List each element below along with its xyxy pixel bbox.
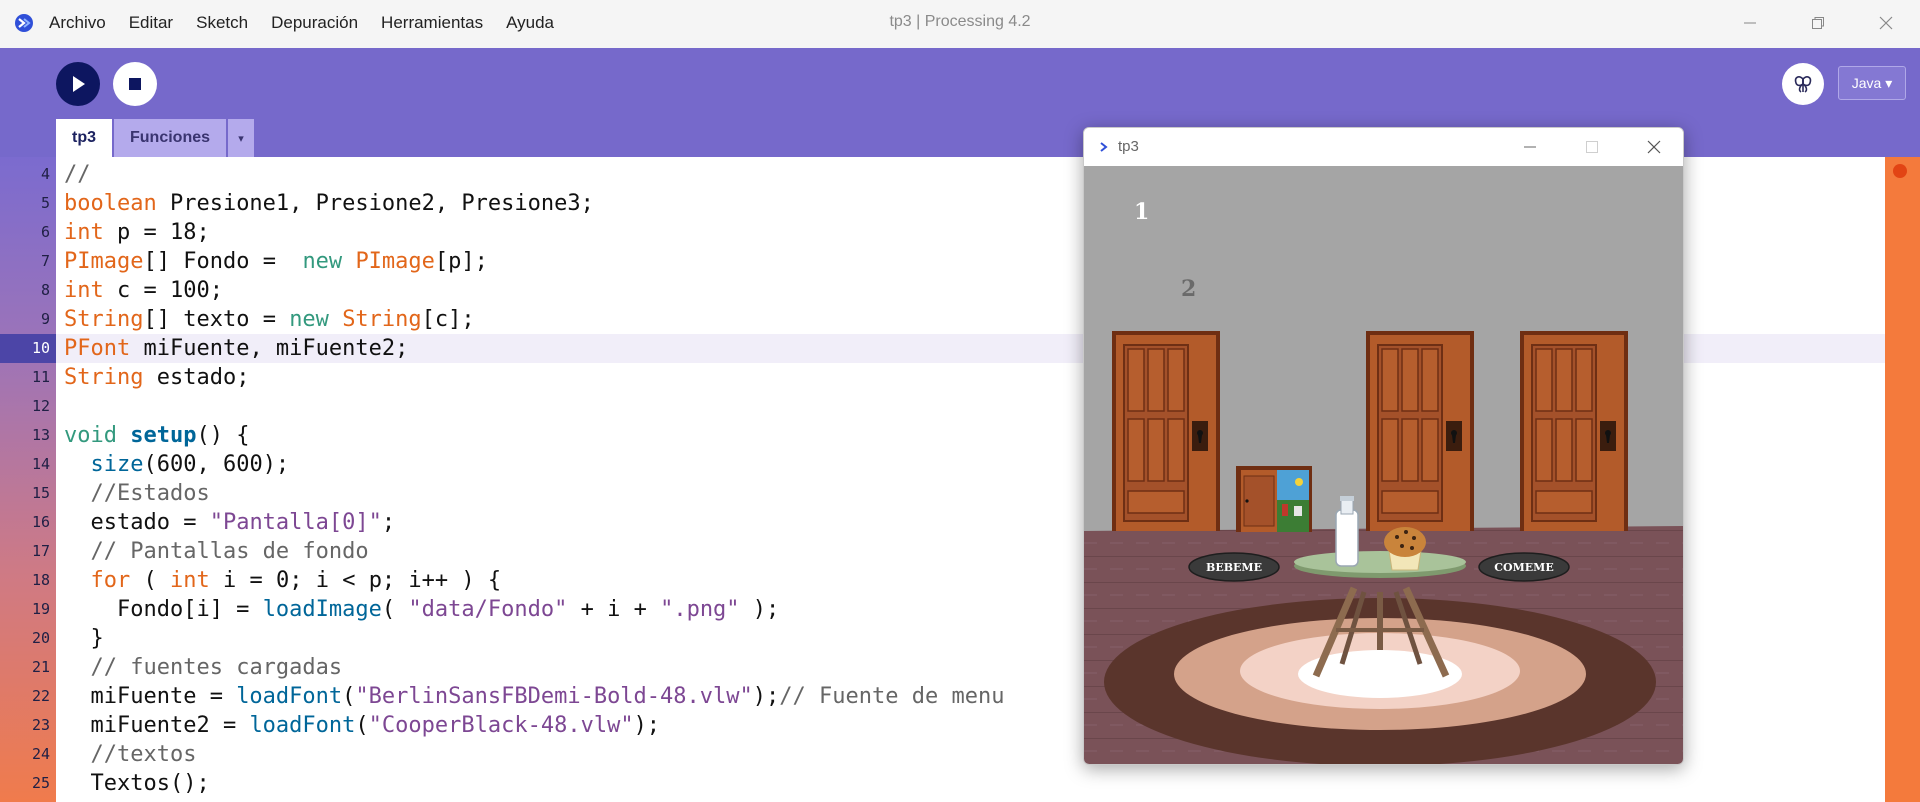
line-number: 10 — [0, 334, 56, 363]
line-number: 12 — [31, 397, 50, 415]
line-number: 18 — [31, 571, 50, 589]
error-marker[interactable] — [1893, 164, 1907, 178]
code-text[interactable]: //Estados — [64, 479, 210, 508]
sketch-minimize-button[interactable] — [1499, 128, 1561, 166]
code-text[interactable]: PFont miFuente, miFuente2; — [64, 334, 408, 363]
sketch-window: tp3 1 2 BEBEME COMEME — [1083, 127, 1684, 765]
tab-tp3[interactable]: tp3 — [56, 119, 112, 157]
code-text[interactable]: // — [64, 160, 91, 189]
run-button[interactable] — [56, 62, 100, 106]
code-text[interactable]: String estado; — [64, 363, 249, 392]
mode-selector[interactable]: Java ▾ — [1838, 66, 1906, 100]
sketch-window-controls — [1499, 128, 1683, 166]
sketch-title: tp3 — [1118, 138, 1139, 155]
sketch-close-button[interactable] — [1623, 128, 1683, 166]
code-text[interactable]: int c = 100; — [64, 276, 223, 305]
close-icon — [1879, 16, 1893, 30]
title-bar: Archivo Editar Sketch Depuración Herramienta… — [0, 0, 1920, 48]
comeme-label[interactable]: COMEME — [1478, 552, 1570, 582]
line-number: 9 — [40, 310, 50, 328]
code-text[interactable]: } — [64, 624, 103, 653]
code-text[interactable]: PImage[] Fondo = new PImage[p]; — [64, 247, 488, 276]
line-number — [0, 798, 50, 802]
comeme-label-text: COMEME — [1494, 561, 1553, 574]
restore-icon — [1812, 17, 1824, 29]
stop-icon — [129, 78, 141, 90]
line-number: 5 — [40, 194, 50, 212]
line-number: 22 — [31, 687, 50, 705]
line-number: 13 — [31, 426, 50, 444]
close-button[interactable] — [1852, 0, 1920, 46]
code-text[interactable]: for ( int i = 0; i < p; i++ ) { — [64, 566, 502, 595]
line-number: 21 — [31, 658, 50, 676]
code-text[interactable]: // Pantallas de fondo — [64, 537, 369, 566]
tab-funciones[interactable]: Funciones — [114, 119, 227, 157]
code-text[interactable]: miFuente2 = loadFont("CooperBlack-48.vlw… — [64, 711, 660, 740]
sketch-maximize-button[interactable] — [1561, 128, 1623, 166]
small-door[interactable] — [1236, 466, 1312, 532]
line-number: 17 — [31, 542, 50, 560]
maximize-icon — [1586, 141, 1598, 153]
level-number-2: 2 — [1181, 276, 1196, 302]
code-text[interactable]: int p = 18; — [64, 218, 210, 247]
code-text[interactable]: // fuentes cargadas — [64, 653, 343, 682]
line-number: 7 — [40, 252, 50, 270]
line-number: 4 — [40, 165, 50, 183]
door-right[interactable] — [1519, 330, 1629, 532]
play-icon — [73, 76, 85, 92]
line-number-gutter: 4 5 6 7 8 9 10 11 12 13 14 15 16 17 18 19 20 21 22 23 24 25 — [0, 157, 56, 802]
window-title: tp3 | Processing 4.2 — [889, 13, 1031, 30]
line-number: 25 — [31, 774, 50, 792]
processing-sketch-icon — [1098, 141, 1110, 153]
line-number: 11 — [31, 368, 50, 386]
error-marker-column[interactable] — [1885, 157, 1920, 802]
butterfly-icon — [1794, 76, 1812, 93]
line-number: 16 — [31, 513, 50, 531]
door-left[interactable] — [1111, 330, 1221, 532]
minimize-icon — [1744, 22, 1756, 24]
line-number: 24 — [31, 745, 50, 763]
line-number: 20 — [31, 629, 50, 647]
restore-button[interactable] — [1784, 0, 1852, 46]
line-number: 14 — [31, 455, 50, 473]
line-number: 15 — [31, 484, 50, 502]
code-text[interactable]: void setup() { — [64, 421, 249, 450]
bebeme-label[interactable]: BEBEME — [1188, 552, 1280, 582]
line-number: 19 — [31, 600, 50, 618]
code-line[interactable]: } — [56, 798, 1885, 802]
code-text[interactable]: Textos(); — [64, 769, 209, 798]
level-number-1: 1 — [1134, 199, 1149, 225]
line-number: 23 — [31, 716, 50, 734]
close-icon — [1647, 140, 1661, 154]
bebeme-label-text: BEBEME — [1206, 561, 1262, 574]
line-number: 8 — [40, 281, 50, 299]
sketch-canvas[interactable]: 1 2 BEBEME COMEME — [1084, 166, 1684, 765]
stop-button[interactable] — [113, 62, 157, 106]
window-controls — [1716, 0, 1920, 46]
sketch-title-bar: tp3 — [1084, 128, 1683, 166]
debugger-button[interactable] — [1782, 63, 1824, 105]
code-text[interactable]: miFuente = loadFont("BerlinSansFBDemi-Bo… — [64, 682, 1004, 711]
code-text[interactable]: String[] texto = new String[c]; — [64, 305, 475, 334]
code-line[interactable]: Textos(); — [56, 769, 1885, 798]
code-text[interactable]: estado = "Pantalla[0]"; — [64, 508, 395, 537]
minimize-button[interactable] — [1716, 0, 1784, 46]
door-middle[interactable] — [1365, 330, 1475, 532]
code-text[interactable]: //textos — [64, 740, 197, 769]
code-text[interactable]: boolean Presione1, Presione2, Presione3; — [64, 189, 594, 218]
line-number: 6 — [40, 223, 50, 241]
minimize-icon — [1524, 146, 1536, 148]
tab-menu-button[interactable]: ▾ — [228, 119, 255, 157]
code-text[interactable]: Fondo[i] = loadImage( "data/Fondo" + i +… — [64, 595, 779, 624]
code-text[interactable]: size(600, 600); — [64, 450, 290, 479]
code-text[interactable]: } — [64, 798, 77, 802]
sketch-tabs: tp3 Funciones ▾ — [56, 119, 255, 157]
